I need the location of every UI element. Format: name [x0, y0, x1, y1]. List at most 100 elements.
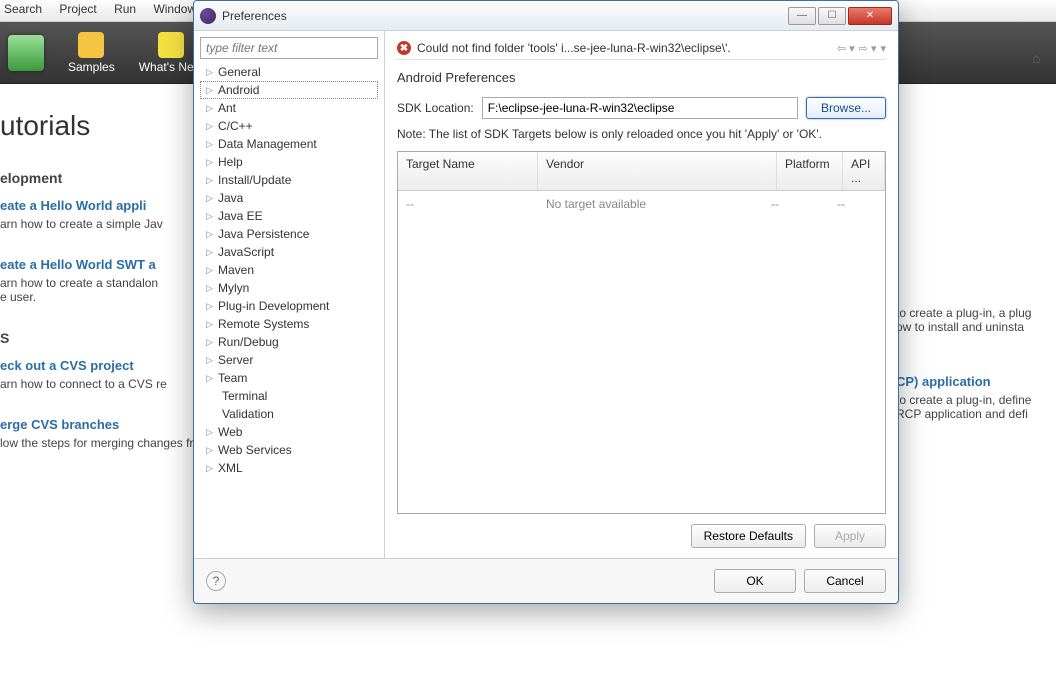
tutorial-link[interactable]: CP) application: [896, 374, 1056, 389]
td-vendor: No target available: [546, 197, 771, 211]
menu-search[interactable]: Search: [4, 2, 42, 16]
tree-item-label: Team: [218, 371, 247, 385]
tree-item-label: General: [218, 65, 261, 79]
overview-icon[interactable]: [8, 35, 44, 71]
home-icon[interactable]: ⌂: [1032, 50, 1048, 66]
browse-button[interactable]: Browse...: [806, 97, 886, 119]
tree-item-label: Ant: [218, 101, 236, 115]
tree-item-android[interactable]: ▷Android: [200, 81, 378, 99]
tree-item-data-management[interactable]: ▷Data Management: [200, 135, 378, 153]
expand-arrow-icon[interactable]: ▷: [204, 103, 215, 114]
preferences-tree[interactable]: ▷General▷Android▷Ant▷C/C++▷Data Manageme…: [200, 63, 378, 552]
tree-item-label: Server: [218, 353, 253, 367]
forward-icon[interactable]: ⇨ ▾: [859, 42, 877, 55]
tree-item-c-c-[interactable]: ▷C/C++: [200, 117, 378, 135]
tree-item-ant[interactable]: ▷Ant: [200, 99, 378, 117]
expand-arrow-icon[interactable]: ▷: [204, 67, 215, 78]
tree-item-help[interactable]: ▷Help: [200, 153, 378, 171]
cancel-button[interactable]: Cancel: [804, 569, 886, 593]
th-vendor[interactable]: Vendor: [538, 152, 777, 190]
maximize-button[interactable]: ☐: [818, 7, 846, 25]
tree-item-label: Help: [218, 155, 243, 169]
expand-arrow-icon[interactable]: ▷: [204, 193, 215, 204]
preferences-content: ✖ Could not find folder 'tools' i...se-j…: [385, 31, 898, 558]
note-text: Note: The list of SDK Targets below is o…: [397, 127, 886, 141]
tree-item-java-ee[interactable]: ▷Java EE: [200, 207, 378, 225]
expand-arrow-icon[interactable]: ▷: [204, 139, 215, 150]
toolbar-samples[interactable]: Samples: [68, 32, 115, 74]
tree-item-label: Plug-in Development: [218, 299, 329, 313]
sdk-location-label: SDK Location:: [397, 101, 474, 115]
close-button[interactable]: ✕: [848, 7, 892, 25]
expand-arrow-icon[interactable]: ▷: [204, 445, 215, 456]
ok-button[interactable]: OK: [714, 569, 796, 593]
error-icon: ✖: [397, 41, 411, 55]
tree-item-java-persistence[interactable]: ▷Java Persistence: [200, 225, 378, 243]
tree-item-label: Remote Systems: [218, 317, 309, 331]
tree-item-java[interactable]: ▷Java: [200, 189, 378, 207]
tree-item-install-update[interactable]: ▷Install/Update: [200, 171, 378, 189]
tree-item-web[interactable]: ▷Web: [200, 423, 378, 441]
expand-arrow-icon[interactable]: ▷: [204, 247, 215, 258]
tree-item-general[interactable]: ▷General: [200, 63, 378, 81]
expand-arrow-icon[interactable]: ▷: [204, 85, 215, 96]
expand-arrow-icon[interactable]: ▷: [204, 463, 215, 474]
th-target-name[interactable]: Target Name: [398, 152, 538, 190]
tree-item-web-services[interactable]: ▷Web Services: [200, 441, 378, 459]
expand-arrow-icon[interactable]: ▷: [204, 319, 215, 330]
right-desc: ow to install and uninsta: [896, 320, 1056, 334]
expand-arrow-icon[interactable]: ▷: [204, 211, 215, 222]
apply-button[interactable]: Apply: [814, 524, 886, 548]
tree-item-label: XML: [218, 461, 243, 475]
dialog-title: Preferences: [222, 9, 788, 23]
error-text: Could not find folder 'tools' i...se-jee…: [417, 41, 831, 55]
sdk-location-input[interactable]: [482, 97, 798, 119]
filter-input[interactable]: [200, 37, 378, 59]
expand-arrow-icon[interactable]: ▷: [204, 157, 215, 168]
tree-item-javascript[interactable]: ▷JavaScript: [200, 243, 378, 261]
menu-project[interactable]: Project: [59, 2, 96, 16]
th-platform[interactable]: Platform: [777, 152, 843, 190]
tree-item-mylyn[interactable]: ▷Mylyn: [200, 279, 378, 297]
tree-item-maven[interactable]: ▷Maven: [200, 261, 378, 279]
menu-dropdown-icon[interactable]: ▾: [880, 42, 886, 55]
help-icon[interactable]: ?: [206, 571, 226, 591]
eclipse-icon: [200, 8, 216, 24]
sdk-targets-table[interactable]: Target Name Vendor Platform API ... -- N…: [397, 151, 886, 514]
menu-window[interactable]: Window: [153, 2, 196, 16]
restore-defaults-button[interactable]: Restore Defaults: [691, 524, 806, 548]
tree-item-run-debug[interactable]: ▷Run/Debug: [200, 333, 378, 351]
expand-arrow-icon[interactable]: ▷: [204, 229, 215, 240]
expand-arrow-icon[interactable]: ▷: [204, 427, 215, 438]
expand-arrow-icon[interactable]: ▷: [204, 301, 215, 312]
expand-arrow-icon[interactable]: ▷: [204, 265, 215, 276]
preferences-tree-panel: ▷General▷Android▷Ant▷C/C++▷Data Manageme…: [194, 31, 385, 558]
tree-item-plug-in-development[interactable]: ▷Plug-in Development: [200, 297, 378, 315]
tree-item-terminal[interactable]: Terminal: [200, 387, 378, 405]
right-desc: to create a plug-in, define: [896, 393, 1056, 407]
expand-arrow-icon[interactable]: ▷: [204, 121, 215, 132]
page-heading: Android Preferences: [397, 70, 886, 85]
tree-item-remote-systems[interactable]: ▷Remote Systems: [200, 315, 378, 333]
menu-run[interactable]: Run: [114, 2, 136, 16]
expand-arrow-icon[interactable]: ▷: [204, 175, 215, 186]
back-icon[interactable]: ⇦ ▾: [837, 42, 855, 55]
tree-item-team[interactable]: ▷Team: [200, 369, 378, 387]
expand-arrow-icon[interactable]: ▷: [204, 337, 215, 348]
tree-item-xml[interactable]: ▷XML: [200, 459, 378, 477]
expand-arrow-icon[interactable]: ▷: [204, 283, 215, 294]
tree-item-validation[interactable]: Validation: [200, 405, 378, 423]
tree-item-label: Web Services: [218, 443, 292, 457]
tree-item-server[interactable]: ▷Server: [200, 351, 378, 369]
tree-item-label: Java Persistence: [218, 227, 309, 241]
tree-item-label: Validation: [222, 407, 274, 421]
th-api[interactable]: API ...: [843, 152, 885, 190]
tree-item-label: Web: [218, 425, 242, 439]
dialog-titlebar[interactable]: Preferences — ☐ ✕: [194, 1, 898, 31]
minimize-button[interactable]: —: [788, 7, 816, 25]
right-desc: to create a plug-in, a plug: [896, 306, 1056, 320]
tree-item-label: JavaScript: [218, 245, 274, 259]
table-row: -- No target available -- --: [398, 191, 885, 217]
expand-arrow-icon[interactable]: ▷: [204, 355, 215, 366]
expand-arrow-icon[interactable]: ▷: [204, 373, 215, 384]
